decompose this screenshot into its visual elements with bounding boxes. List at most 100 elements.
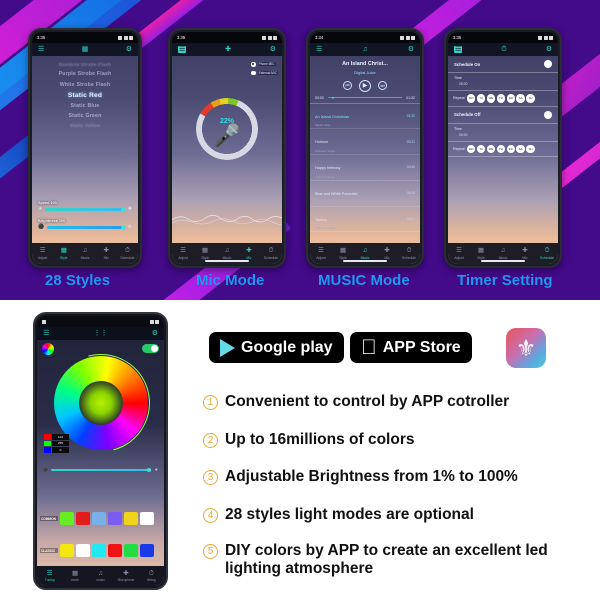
google-play-badge[interactable]: Google play bbox=[209, 332, 344, 363]
mic-mode-icon[interactable]: ✚ bbox=[225, 46, 231, 53]
day-chip[interactable]: MO bbox=[466, 94, 476, 103]
music-mode-icon[interactable]: ♫ bbox=[362, 46, 367, 53]
list-icon[interactable]: ☰ bbox=[38, 46, 44, 53]
nav-adjust[interactable]: ☰ Adjust bbox=[448, 247, 470, 260]
style-list[interactable]: Rainbow Strobe Flash Purple Strobe Flash… bbox=[32, 58, 138, 133]
schedule-off-row[interactable]: Schedule Off bbox=[448, 107, 558, 124]
brightness-slider[interactable]: ⚫ ☀ bbox=[43, 468, 158, 472]
day-chip[interactable]: TU bbox=[476, 144, 486, 153]
nav-music[interactable]: ♫ Music bbox=[216, 247, 238, 260]
color-swatch[interactable] bbox=[60, 544, 74, 557]
color-swatch[interactable] bbox=[92, 544, 106, 557]
nav-mic[interactable]: ✚ Mic bbox=[514, 247, 536, 260]
palette-classic[interactable]: CLASSIC bbox=[40, 544, 161, 557]
day-chip[interactable]: SU bbox=[526, 144, 535, 153]
progress-row[interactable]: 00:03 01:32 bbox=[310, 96, 420, 100]
list-icon[interactable]: ☰ bbox=[43, 330, 49, 337]
day-chip[interactable]: WE bbox=[486, 144, 496, 153]
nav-style[interactable]: ▦ Style bbox=[53, 247, 74, 260]
color-swatch[interactable] bbox=[124, 512, 138, 525]
gear-icon[interactable]: ⚙ bbox=[408, 46, 414, 53]
radio-phone-mic[interactable]: Phone MIC bbox=[251, 62, 278, 67]
style-item[interactable]: Purple Strobe Flash bbox=[32, 71, 138, 77]
list-item[interactable]: Happy birthday Unknown Singer 03:46 bbox=[310, 155, 420, 181]
speed-knob[interactable] bbox=[121, 207, 126, 212]
color-swatch[interactable] bbox=[124, 544, 138, 557]
color-swatch[interactable] bbox=[76, 512, 90, 525]
style-item[interactable]: Static Blue bbox=[32, 103, 138, 109]
song-list[interactable]: An Island Christmas Digital Juice 01:32 Ho… bbox=[310, 102, 420, 265]
brightness-slider[interactable]: ⚫ ☀ bbox=[38, 225, 132, 230]
nav-adjust[interactable]: ☰ Adjust bbox=[32, 247, 53, 260]
nav-music[interactable]: ♫ Music bbox=[492, 247, 514, 260]
style-item[interactable]: Static Green bbox=[32, 113, 138, 119]
day-chip[interactable]: TH bbox=[496, 144, 506, 153]
day-chip[interactable]: FR bbox=[506, 144, 516, 153]
day-chip[interactable]: SA bbox=[516, 94, 525, 103]
nav-music[interactable]: ♫ Music bbox=[354, 247, 376, 260]
speed-slider[interactable]: ☀ ✚ bbox=[38, 207, 132, 212]
brightness-knob[interactable] bbox=[121, 225, 126, 230]
list-icon[interactable]: ☰ bbox=[454, 46, 463, 53]
nav-adjust[interactable]: ☰ Adjust bbox=[310, 247, 332, 260]
style-item[interactable]: Static Yellow bbox=[32, 123, 138, 128]
nav-style[interactable]: ▦ Style bbox=[332, 247, 354, 260]
nav-mic[interactable]: ✚ Mic bbox=[238, 247, 260, 260]
nav-style[interactable]: ▦ Style bbox=[470, 247, 492, 260]
schedule-on-toggle[interactable] bbox=[544, 60, 552, 68]
speed-track[interactable] bbox=[45, 207, 126, 212]
schedule-on-time[interactable]: Time 06:00 bbox=[448, 73, 558, 91]
nav-tuning[interactable]: ☰ Tuning bbox=[37, 570, 62, 583]
color-preview-icon[interactable] bbox=[42, 343, 54, 355]
color-swatch[interactable] bbox=[76, 544, 90, 557]
brightness-track[interactable] bbox=[50, 468, 152, 472]
nav-timing[interactable]: ⏱ timing bbox=[139, 570, 164, 583]
brightness-knob[interactable] bbox=[147, 468, 152, 472]
day-chip[interactable]: WE bbox=[486, 94, 496, 103]
app-store-badge[interactable]:  APP Store bbox=[350, 332, 472, 363]
palette-common[interactable]: COMMON bbox=[40, 512, 161, 525]
color-swatch[interactable] bbox=[92, 512, 106, 525]
day-chip[interactable]: FR bbox=[506, 94, 516, 103]
time-value[interactable]: 06:00 bbox=[459, 82, 552, 86]
next-icon[interactable]: ⏭ bbox=[378, 81, 387, 90]
play-icon[interactable]: ▶ bbox=[359, 79, 371, 92]
schedule-off-repeat[interactable]: Repeat MO TU WE TH FR SA SU bbox=[448, 142, 558, 157]
brightness-track[interactable] bbox=[47, 225, 126, 230]
style-item[interactable]: White Strobe Flash bbox=[32, 82, 138, 88]
gear-icon[interactable]: ⚙ bbox=[126, 46, 132, 53]
style-item[interactable]: Rainbow Strobe Flash bbox=[32, 62, 138, 67]
day-chip[interactable]: TU bbox=[476, 94, 486, 103]
schedule-on-repeat[interactable]: Repeat MO TU WE TH FR SA SU bbox=[448, 91, 558, 107]
nav-mode[interactable]: ▦ mode bbox=[62, 570, 87, 583]
nav-microphone[interactable]: ✚ Microphone bbox=[113, 570, 138, 583]
transport-controls[interactable]: ⏮ ▶ ⏭ bbox=[310, 79, 420, 92]
nav-schedule[interactable]: ⏱ Schedule bbox=[117, 247, 138, 260]
color-swatch[interactable] bbox=[108, 512, 122, 525]
nav-schedule[interactable]: ⏱ Schedule bbox=[398, 247, 420, 260]
nav-music[interactable]: ♫ music bbox=[88, 570, 113, 583]
color-swatch[interactable] bbox=[140, 544, 154, 557]
bottom-nav[interactable]: ☰ Tuning ▦ mode ♫ music ✚ Microphone ⏱ timing bbox=[37, 566, 164, 586]
color-swatch[interactable] bbox=[140, 512, 154, 525]
nav-style[interactable]: ▦ Style bbox=[194, 247, 216, 260]
schedule-off-toggle[interactable] bbox=[544, 110, 552, 119]
time-value[interactable]: 06:00 bbox=[459, 133, 552, 137]
radio-selected-icon[interactable] bbox=[251, 62, 256, 67]
radio-unselected-icon[interactable] bbox=[251, 70, 256, 75]
power-toggle[interactable] bbox=[142, 344, 159, 353]
schedule-off-time[interactable]: Time 06:00 bbox=[448, 124, 558, 142]
gear-icon[interactable]: ⚙ bbox=[270, 46, 276, 53]
gear-icon[interactable]: ⚙ bbox=[152, 330, 158, 337]
day-chip[interactable]: TH bbox=[496, 94, 506, 103]
bottom-nav[interactable]: ☰ Adjust ▦ Style ♫ Music ✚ Mic ⏱ Schedule bbox=[32, 243, 138, 264]
microphone-icon[interactable]: 🎤 bbox=[213, 125, 240, 147]
clock-icon[interactable]: ⏱ bbox=[501, 46, 506, 53]
day-chip[interactable]: MO bbox=[466, 144, 476, 153]
radio-external-mic[interactable]: External MIC bbox=[251, 70, 278, 75]
progress-bar[interactable] bbox=[327, 97, 403, 98]
list-icon[interactable]: ☰ bbox=[178, 46, 187, 53]
previous-icon[interactable]: ⏮ bbox=[343, 81, 352, 90]
gear-icon[interactable]: ⚙ bbox=[546, 46, 552, 53]
list-item[interactable]: Blue and White Porcelain Unknown Singer 04… bbox=[310, 181, 420, 207]
